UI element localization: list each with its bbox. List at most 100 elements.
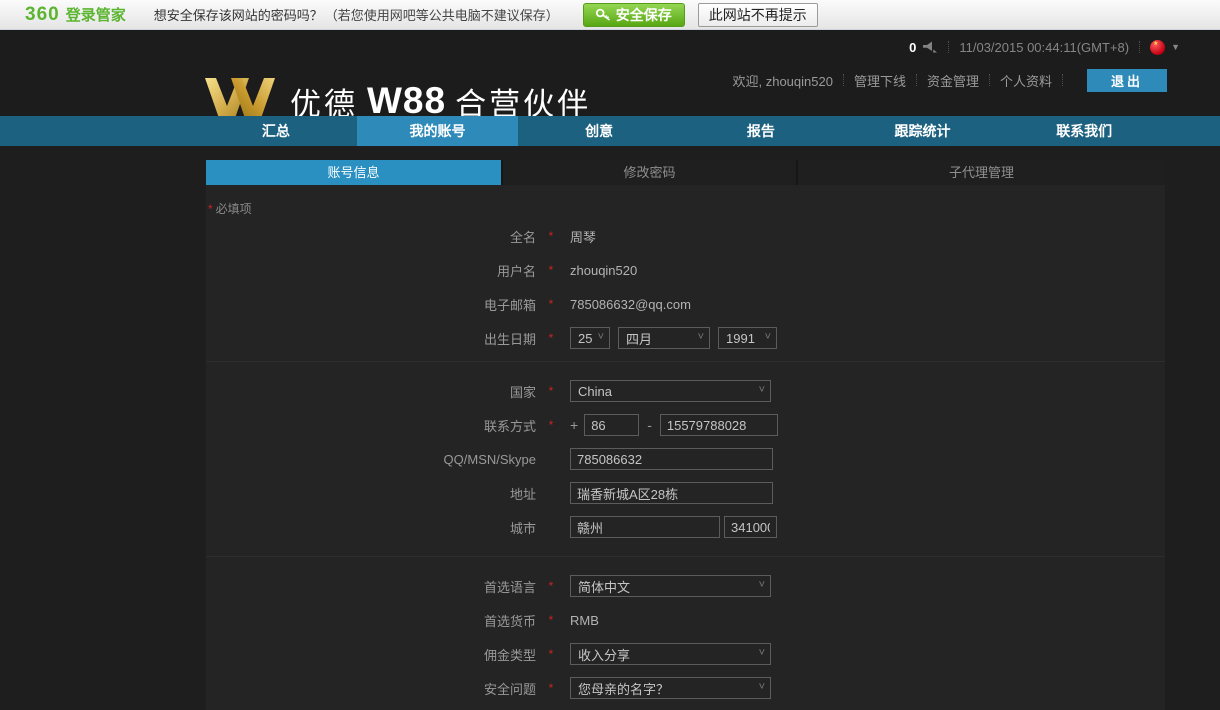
divider <box>1139 41 1140 53</box>
link-funds-management[interactable]: 资金管理 <box>927 71 979 90</box>
nav-item-summary[interactable]: 汇总 <box>195 116 357 146</box>
fullname-label: 全名 <box>206 227 536 246</box>
360-logo-number: 360 <box>25 4 60 26</box>
chevron-down-icon: ˅ <box>759 579 765 591</box>
required-star: * <box>544 229 558 243</box>
currency-label: 首选货币 <box>206 611 536 630</box>
required-star: * <box>544 613 558 627</box>
language-select[interactable]: 简体中文 ˅ <box>570 575 771 597</box>
nav-item-tracking[interactable]: 跟踪统计 <box>842 116 1004 146</box>
chevron-down-icon: ˅ <box>759 681 765 693</box>
dismiss-site-label: 此网站不再提示 <box>709 5 807 25</box>
city-label: 城市 <box>206 518 536 537</box>
link-manage-downline[interactable]: 管理下线 <box>854 71 906 90</box>
required-fields-note: *必填项 <box>208 200 1165 214</box>
save-password-message: 想安全保存该网站的密码吗？ <box>154 5 323 24</box>
nav-item-reports[interactable]: 报告 <box>680 116 842 146</box>
country-code-input[interactable] <box>584 414 639 436</box>
welcome-text: 欢迎, zhouqin520 <box>733 71 833 90</box>
form-row-commission: 佣金类型 * 收入分享 ˅ <box>206 637 1165 671</box>
form-row-username: 用户名 * zhouqin520 <box>206 253 1165 287</box>
account-tabs: 账号信息 修改密码 子代理管理 <box>206 160 1165 185</box>
postal-code-input[interactable] <box>724 516 777 538</box>
birthdate-label: 出生日期 <box>206 329 536 348</box>
form-row-language: 首选语言 * 简体中文 ˅ <box>206 569 1165 603</box>
chevron-down-icon: ˅ <box>765 331 771 343</box>
form-row-contact: 联系方式 * + - <box>206 408 1165 442</box>
key-icon <box>596 8 611 22</box>
language-value: 简体中文 <box>578 577 630 596</box>
required-star: * <box>544 418 558 432</box>
logout-button[interactable]: 退出 <box>1087 69 1167 92</box>
nav-item-my-account[interactable]: 我的账号 <box>357 116 519 146</box>
dismiss-site-button[interactable]: 此网站不再提示 <box>698 3 818 27</box>
required-star: * <box>208 202 213 216</box>
form-row-security-question: 安全问题 * 您母亲的名字？ ˅ <box>206 671 1165 705</box>
megaphone-icon[interactable] <box>922 41 938 54</box>
phone-number-input[interactable] <box>660 414 778 436</box>
contact-label: 联系方式 <box>206 416 536 435</box>
form-row-city: 城市 <box>206 510 1165 544</box>
save-password-label: 安全保存 <box>616 5 672 25</box>
tab-subagent-management[interactable]: 子代理管理 <box>796 160 1165 185</box>
chevron-down-icon: ˅ <box>698 331 704 343</box>
birth-year-value: 1991 <box>726 331 755 346</box>
form-row-email: 电子邮箱 * 785086632@qq.com <box>206 287 1165 321</box>
form-section-preferences: 首选语言 * 简体中文 ˅ 首选货币 * RMB 佣金类型 * 收入分享 ˅ <box>206 556 1165 705</box>
country-label: 国家 <box>206 382 536 401</box>
form-row-currency: 首选货币 * RMB <box>206 603 1165 637</box>
fullname-value: 周琴 <box>570 227 596 246</box>
nav-item-creatives[interactable]: 创意 <box>518 116 680 146</box>
password-manager-bar: 360 登录管家 想安全保存该网站的密码吗？ （若您使用网吧等公共电脑不建议保存… <box>0 0 1220 30</box>
im-input[interactable] <box>570 448 773 470</box>
email-value: 785086632@qq.com <box>570 297 691 312</box>
phone-dash-sign: - <box>647 417 652 433</box>
save-password-note: （若您使用网吧等公共电脑不建议保存） <box>325 5 559 24</box>
chevron-down-icon: ˅ <box>598 331 604 343</box>
link-personal-profile[interactable]: 个人资料 <box>1000 71 1052 90</box>
address-input[interactable] <box>570 482 773 504</box>
divider <box>916 74 917 86</box>
security-question-value: 您母亲的名字？ <box>578 679 669 698</box>
account-panel: 账号信息 修改密码 子代理管理 *必填项 全名 * 周琴 用户名 * zhouq… <box>206 160 1165 710</box>
save-password-button[interactable]: 安全保存 <box>583 3 685 27</box>
caret-down-icon[interactable]: ▼ <box>1171 42 1180 52</box>
360-logo: 360 登录管家 <box>25 4 126 26</box>
notification-count: 0 <box>909 40 916 55</box>
birth-month-select[interactable]: 四月 ˅ <box>618 327 710 349</box>
tab-change-password[interactable]: 修改密码 <box>501 160 796 185</box>
nav-item-contact-us[interactable]: 联系我们 <box>1003 116 1165 146</box>
phone-plus-sign: + <box>570 417 578 433</box>
chevron-down-icon: ˅ <box>759 384 765 396</box>
required-star: * <box>544 297 558 311</box>
security-question-label: 安全问题 <box>206 679 536 698</box>
commission-type-value: 收入分享 <box>578 645 630 664</box>
360-logo-text: 登录管家 <box>66 4 126 25</box>
language-label: 首选语言 <box>206 577 536 596</box>
birth-year-select[interactable]: 1991 ˅ <box>718 327 777 349</box>
divider <box>843 74 844 86</box>
divider <box>989 74 990 86</box>
required-note-text: 必填项 <box>216 202 252 216</box>
divider <box>948 41 949 53</box>
city-input[interactable] <box>570 516 720 538</box>
form-row-im: QQ/MSN/Skype <box>206 442 1165 476</box>
birth-day-value: 25 <box>578 331 592 346</box>
chevron-down-icon: ˅ <box>759 647 765 659</box>
username-label: 用户名 <box>206 261 536 280</box>
form-row-fullname: 全名 * 周琴 <box>206 219 1165 253</box>
china-flag-icon[interactable] <box>1150 40 1165 55</box>
security-question-select[interactable]: 您母亲的名字？ ˅ <box>570 677 771 699</box>
required-star: * <box>544 263 558 277</box>
tab-account-info[interactable]: 账号信息 <box>206 160 501 185</box>
form-section-identity: 全名 * 周琴 用户名 * zhouqin520 电子邮箱 * 78508663… <box>206 219 1165 361</box>
main-nav: 汇总 我的账号 创意 报告 跟踪统计 联系我们 <box>0 116 1220 146</box>
required-star: * <box>544 384 558 398</box>
birth-month-value: 四月 <box>626 329 652 348</box>
commission-type-select[interactable]: 收入分享 ˅ <box>570 643 771 665</box>
email-label: 电子邮箱 <box>206 295 536 314</box>
birth-day-select[interactable]: 25 ˅ <box>570 327 610 349</box>
required-star: * <box>544 647 558 661</box>
required-star: * <box>544 579 558 593</box>
country-select[interactable]: China ˅ <box>570 380 771 402</box>
